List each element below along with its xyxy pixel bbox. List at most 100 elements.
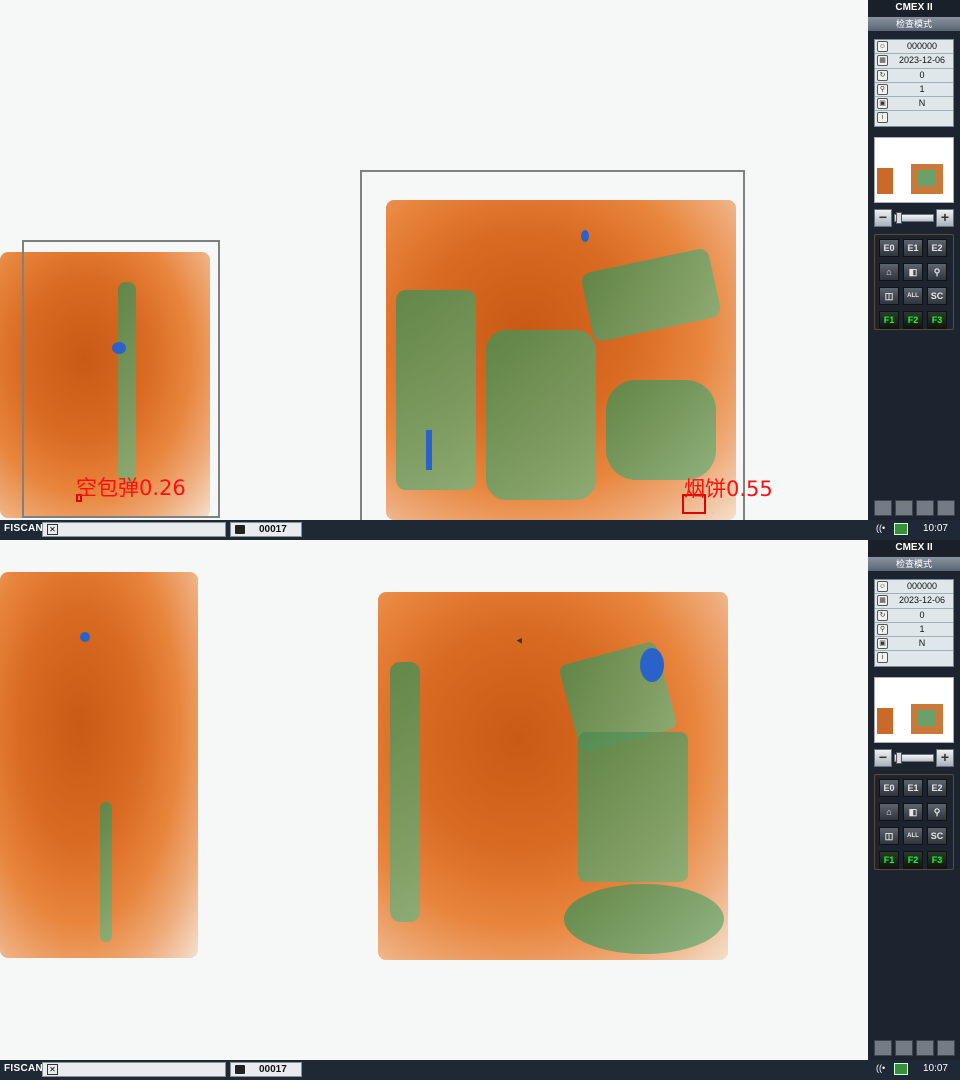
e1-button[interactable]: E1: [903, 779, 923, 797]
panel-title: CMEX II: [868, 0, 960, 16]
signal-icon: ((•: [876, 1063, 886, 1073]
brand-label: FISCAN: [4, 523, 44, 534]
f2-button[interactable]: F2: [903, 851, 923, 869]
footer-button-4[interactable]: [937, 1040, 955, 1056]
zoom-slider[interactable]: − +: [874, 208, 954, 228]
info-row-bag: ▣ N: [875, 97, 953, 112]
zoom-handle[interactable]: [896, 752, 902, 764]
zoom-in-button[interactable]: +: [936, 749, 954, 767]
alarm-label-2: 烟饼0.55: [684, 477, 773, 501]
magnify-button[interactable]: ⚲: [927, 263, 947, 281]
f1-button[interactable]: F1: [879, 311, 899, 329]
clock: 10:07: [922, 523, 948, 534]
footer-button-3[interactable]: [916, 500, 934, 516]
zoom-out-button[interactable]: −: [874, 209, 892, 227]
info-row-zoom: ⚲ 1: [875, 83, 953, 98]
bottom-xray-view: CMEX II 检查模式 ☺ 000000 ▦ 2023-12-06 ↻ 0 ⚲ 1 ▣…: [0, 540, 960, 1080]
info-row-zoom: ⚲ 1: [875, 623, 953, 638]
footer-button-4[interactable]: [937, 500, 955, 516]
bag-counter: 00017: [230, 522, 302, 537]
e1-button[interactable]: E1: [903, 239, 923, 257]
footer-button-1[interactable]: [874, 1040, 892, 1056]
footer-button-2[interactable]: [895, 1040, 913, 1056]
e0-button[interactable]: E0: [879, 239, 899, 257]
info-row-operator: ☺ 000000: [875, 40, 953, 55]
split-view-button[interactable]: ◧: [903, 803, 923, 821]
magnify-button[interactable]: ⚲: [927, 803, 947, 821]
all-button[interactable]: ALL: [903, 827, 923, 845]
mode-label: 检查模式: [868, 557, 960, 571]
function-buttons: E0 E1 E2 ⌂ ◧ ⚲ ◫ ALL SC F1 F2 F3: [874, 234, 954, 330]
magnifier-icon: ⚲: [877, 83, 888, 95]
user-icon: ☺: [877, 41, 888, 52]
info-row-date: ▦ 2023-12-06: [875, 54, 953, 69]
xray-image-area[interactable]: [0, 540, 868, 1060]
thumbnail-preview[interactable]: [874, 137, 954, 203]
info-row-bag: ▣ N: [875, 637, 953, 652]
alarm-label-1: 空包弹0.26: [76, 476, 186, 500]
sc-button[interactable]: SC: [927, 287, 947, 305]
e0-button[interactable]: E0: [879, 779, 899, 797]
info-row-counter: ↻ 0: [875, 69, 953, 83]
view-button[interactable]: ◫: [879, 827, 899, 845]
function-buttons: E0 E1 E2 ⌂ ◧ ⚲ ◫ ALL SC F1 F2 F3: [874, 774, 954, 870]
e2-button[interactable]: E2: [927, 239, 947, 257]
magnifier-icon: ⚲: [877, 623, 888, 635]
f3-button[interactable]: F3: [927, 311, 947, 329]
zoom-in-button[interactable]: +: [936, 209, 954, 227]
panel-footer: [868, 1038, 960, 1060]
scan-field[interactable]: ✕: [42, 522, 226, 537]
side-panel: CMEX II 检查模式 ☺ 000000 ▦ 2023-12-06 ↻ 0 ⚲ 1 ▣…: [868, 0, 960, 520]
network-icon: [894, 1063, 908, 1075]
info-row-counter: ↻ 0: [875, 609, 953, 623]
footer-button-3[interactable]: [916, 1040, 934, 1056]
home-button[interactable]: ⌂: [879, 803, 899, 821]
zoom-track[interactable]: [894, 212, 934, 224]
info-row-operator: ☺ 000000: [875, 580, 953, 595]
zoom-track[interactable]: [894, 752, 934, 764]
f2-button[interactable]: F2: [903, 311, 923, 329]
user-icon: ☺: [877, 581, 888, 592]
mode-label: 检查模式: [868, 17, 960, 31]
all-button[interactable]: ALL: [903, 287, 923, 305]
panel-footer: [868, 498, 960, 520]
zoom-slider[interactable]: − +: [874, 748, 954, 768]
clock: 10:07: [922, 1063, 948, 1074]
info-row-info: i: [875, 111, 953, 125]
f1-button[interactable]: F1: [879, 851, 899, 869]
panel-title: CMEX II: [868, 540, 960, 556]
detection-box-right: [360, 170, 745, 520]
view-button[interactable]: ◫: [879, 287, 899, 305]
xray-bag-left: [0, 572, 198, 958]
bag-icon: ▣: [877, 638, 888, 650]
sc-button[interactable]: SC: [927, 827, 947, 845]
footer-button-1[interactable]: [874, 500, 892, 516]
calendar-icon: ▦: [877, 595, 888, 607]
e2-button[interactable]: E2: [927, 779, 947, 797]
counter-icon: ↻: [877, 609, 888, 621]
fullscreen-icon[interactable]: ✕: [47, 524, 58, 535]
split-view-button[interactable]: ◧: [903, 263, 923, 281]
footer-button-2[interactable]: [895, 500, 913, 516]
zoom-handle[interactable]: [896, 212, 902, 224]
bag-counter: 00017: [230, 1062, 302, 1077]
zoom-out-button[interactable]: −: [874, 749, 892, 767]
brand-label: FISCAN: [4, 1063, 44, 1074]
home-button[interactable]: ⌂: [879, 263, 899, 281]
fullscreen-icon[interactable]: ✕: [47, 1064, 58, 1075]
info-table: ☺ 000000 ▦ 2023-12-06 ↻ 0 ⚲ 1 ▣ N i: [874, 579, 954, 667]
top-xray-view: 空包弹0.26 烟饼0.55 CMEX II 检查模式 ☺ 000000 ▦ 202…: [0, 0, 960, 540]
info-icon: i: [877, 112, 888, 124]
info-row-date: ▦ 2023-12-06: [875, 594, 953, 609]
counter-icon: ↻: [877, 69, 888, 81]
thumbnail-preview[interactable]: [874, 677, 954, 743]
info-row-info: i: [875, 651, 953, 665]
f3-button[interactable]: F3: [927, 851, 947, 869]
side-panel: CMEX II 检查模式 ☺ 000000 ▦ 2023-12-06 ↻ 0 ⚲ 1 ▣…: [868, 540, 960, 1060]
calendar-icon: ▦: [877, 55, 888, 67]
system-tray: ((• 10:07: [868, 1060, 960, 1080]
bag-icon: ▣: [877, 98, 888, 110]
xray-bag-right: [378, 592, 728, 960]
scan-field[interactable]: ✕: [42, 1062, 226, 1077]
xray-image-area[interactable]: 空包弹0.26 烟饼0.55: [0, 0, 868, 520]
